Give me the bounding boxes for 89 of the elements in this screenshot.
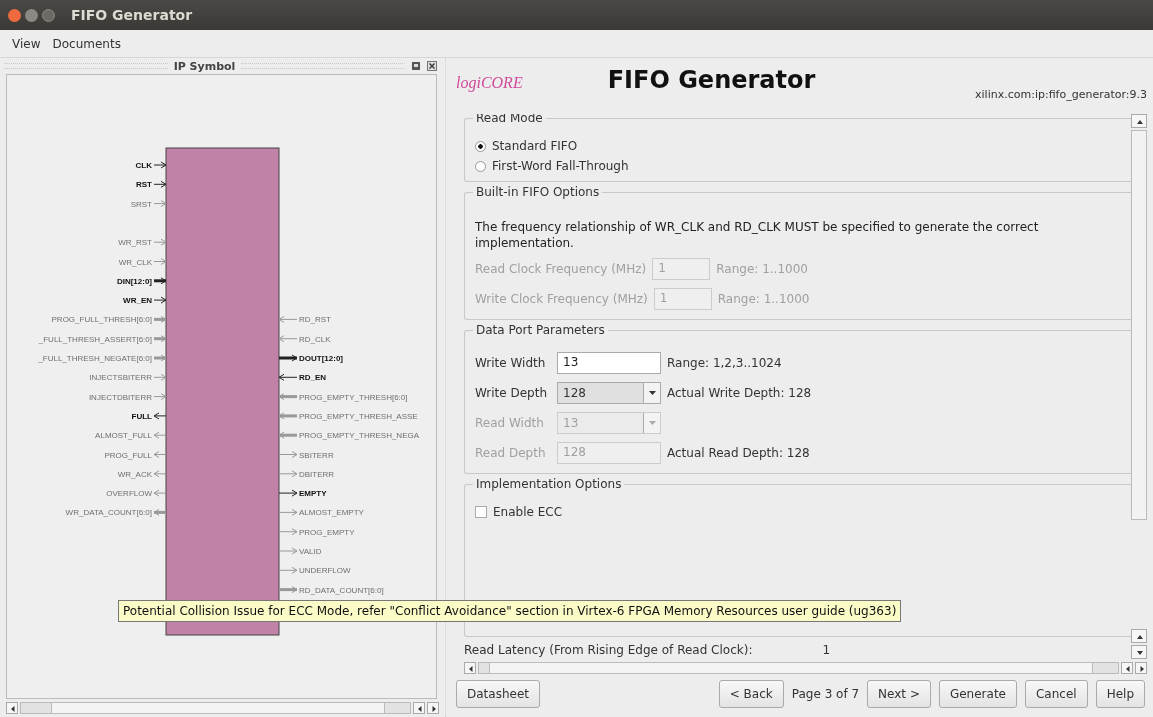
- section-title: Data Port Parameters: [473, 323, 608, 337]
- logo: logiCORE: [456, 74, 523, 92]
- ip-identifier: xilinx.com:ip:fifo_generator:9.3: [975, 88, 1147, 101]
- value-note: Actual Read Depth: 128: [667, 446, 810, 460]
- pin-label: _FULL_THRESH_NEGATE[6:0]: [38, 354, 152, 363]
- tooltip: Potential Collision Issue for ECC Mode, refer "Conflict Avoidance" section in Virtex-6 FPGA Memory Resources user guide (ug363): [118, 600, 902, 622]
- section-title: Implementation Options: [473, 477, 625, 491]
- pin-label: DIN[12:0]: [116, 276, 152, 286]
- field-label: Write Depth: [475, 386, 549, 400]
- radio-option[interactable]: Standard FIFO: [475, 139, 1121, 153]
- value-note: Actual Write Depth: 128: [667, 386, 812, 400]
- pin-label: WR_EN: [123, 296, 152, 306]
- pin-label: WR_RST: [118, 238, 152, 248]
- horizontal-scrollbar[interactable]: [464, 661, 1147, 675]
- pin-label: RD_RST: [299, 315, 331, 325]
- page-title: FIFO Generator: [607, 66, 816, 94]
- scroll-down-button[interactable]: [1131, 645, 1147, 659]
- pin-label: PROG_EMPTY_THRESH[6:0]: [299, 392, 408, 402]
- pin-label: EMPTY: [299, 489, 327, 499]
- value-note: Range: 1,2,3..1024: [667, 356, 782, 370]
- field-value: 1: [822, 643, 831, 657]
- pin-label: RD_CLK: [299, 334, 331, 344]
- pin-label: WR_CLK: [118, 257, 152, 267]
- pin-label: SRST: [130, 199, 152, 209]
- pin-label: VALID: [299, 547, 322, 556]
- window-title: FIFO Generator: [71, 7, 193, 23]
- cancel-button[interactable]: Cancel: [1025, 680, 1088, 708]
- pin-label: DOUT[12:0]: [299, 354, 343, 363]
- range-hint: Range: 1..1000: [716, 262, 808, 276]
- range-hint: Range: 1..1000: [717, 292, 810, 306]
- pin-label: PROG_FULL: [104, 450, 152, 460]
- pin-label: RD_DATA_COUNT[6:0]: [299, 585, 384, 595]
- pin-label: PROG_EMPTY_THRESH_NEGA: [299, 431, 420, 441]
- scroll-left-button[interactable]: [6, 702, 18, 714]
- pin-label: WR_ACK: [117, 469, 152, 479]
- caret-icon: [648, 421, 656, 425]
- scroll-right-button[interactable]: [1135, 662, 1147, 674]
- close-button[interactable]: [8, 8, 21, 22]
- field-label: Write Width: [475, 356, 547, 370]
- close-icon[interactable]: [427, 61, 437, 71]
- scroll-up-button[interactable]: [1131, 629, 1147, 643]
- scroll-left-button[interactable]: [1121, 662, 1133, 674]
- input-field[interactable]: 13: [557, 352, 661, 374]
- next-button[interactable]: Next >: [867, 680, 931, 708]
- field-label: Read Latency (From Rising Edge of Read Clock):: [464, 643, 753, 657]
- field-label: Read Width: [475, 416, 545, 430]
- pin-label: CLK: [135, 161, 152, 170]
- caret-icon: [648, 391, 656, 395]
- pin-label: SBITERR: [299, 450, 334, 460]
- horizontal-scrollbar[interactable]: [6, 701, 439, 715]
- pin-label: INJECTSBITERR: [89, 373, 152, 383]
- scroll-right-button[interactable]: [427, 702, 439, 714]
- page-indicator: Page 3 of 7: [791, 687, 860, 701]
- pin-label: PROG_EMPTY_THRESH_ASSE: [299, 411, 418, 421]
- field-label: Read Clock Frequency (MHz): [475, 262, 647, 276]
- menu-item[interactable]: Documents: [52, 36, 121, 51]
- field-label: Write Clock Frequency (MHz): [475, 292, 648, 306]
- help-button[interactable]: Help: [1095, 680, 1145, 708]
- pin-label: UNDERFLOW: [299, 566, 351, 576]
- pin-label: RST: [136, 180, 152, 190]
- pin-label: PROG_EMPTY: [299, 527, 355, 537]
- menu-item[interactable]: View: [12, 36, 41, 51]
- radio-option[interactable]: First-Word Fall-Through: [475, 159, 1121, 173]
- pin-label: ALMOST_FULL: [95, 431, 152, 441]
- scroll-left-button[interactable]: [464, 662, 476, 674]
- field-label: Read Depth: [475, 446, 547, 460]
- minimize-button[interactable]: [25, 8, 38, 22]
- section-title: Built-in FIFO Options: [473, 185, 603, 199]
- panel-title: IP Symbol: [173, 59, 236, 73]
- dropdown[interactable]: 128: [557, 382, 661, 404]
- back-button[interactable]: < Back: [718, 680, 784, 708]
- pin-label: FULL: [131, 411, 152, 421]
- pin-label: ALMOST_EMPTY: [299, 508, 364, 518]
- scroll-up-button[interactable]: [1131, 114, 1147, 128]
- float-icon[interactable]: [411, 61, 421, 71]
- scroll-left-button[interactable]: [413, 702, 425, 714]
- maximize-button[interactable]: [42, 8, 55, 22]
- pin-label: OVERFLOW: [106, 489, 152, 499]
- generate-button[interactable]: Generate: [938, 680, 1017, 708]
- pin-label: INJECTDBITERR: [88, 392, 152, 402]
- checkbox-option[interactable]: Enable ECC: [475, 505, 1121, 519]
- pin-label: WR_DATA_COUNT[6:0]: [65, 508, 152, 518]
- info-text: The frequency relationship of WR_CLK and RD_CLK MUST be specified to generate the correct implementation.: [475, 219, 1040, 251]
- vertical-scrollbar[interactable]: [1131, 114, 1147, 659]
- pin-label: PROG_FULL_THRESH[6:0]: [51, 315, 152, 325]
- datasheet-button[interactable]: Datasheet: [456, 680, 540, 708]
- pin-label: DBITERR: [299, 469, 335, 479]
- pin-label: _FULL_THRESH_ASSERT[6:0]: [38, 334, 152, 344]
- pin-label: RD_EN: [299, 373, 327, 383]
